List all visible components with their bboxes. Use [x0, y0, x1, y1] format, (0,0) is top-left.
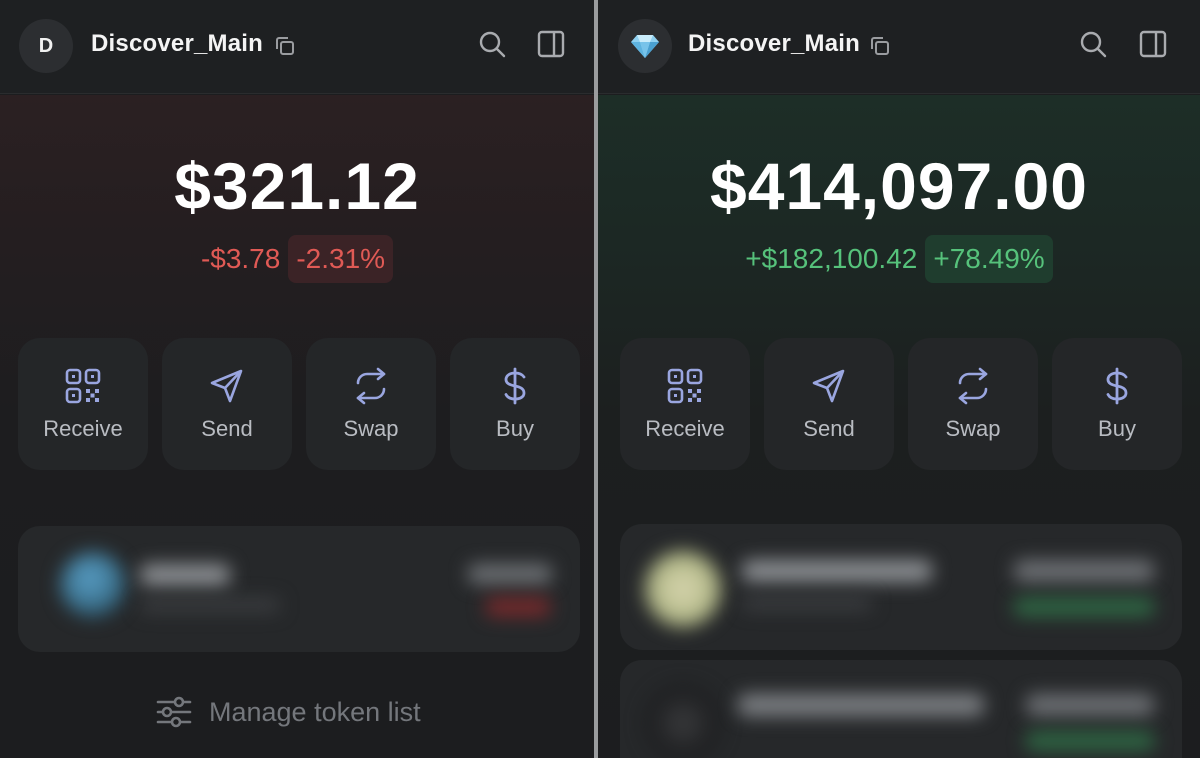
wallet-header: D Discover_Main — [0, 0, 594, 94]
qr-code-icon — [65, 368, 101, 404]
change-amount: -$3.78 — [200, 243, 281, 274]
account-name[interactable]: Discover_Main — [91, 30, 263, 58]
dollar-icon — [1106, 367, 1128, 405]
buy-label: Buy — [1098, 416, 1136, 441]
copy-icon[interactable] — [868, 34, 892, 58]
send-button[interactable]: Send — [764, 338, 894, 470]
send-icon — [210, 369, 243, 403]
left-wallet-panel: D Discover_Main $321.12 -$3.78 -2.31% Re… — [0, 0, 594, 758]
send-label: Send — [201, 416, 253, 441]
right-wallet-panel: Discover_Main $414,097.00 +$182,100.42 +… — [598, 0, 1200, 758]
sliders-icon — [156, 696, 192, 728]
change-percent-badge: -2.31% — [288, 235, 394, 283]
sidebar-toggle-icon[interactable] — [1138, 29, 1168, 59]
swap-label: Swap — [343, 416, 399, 441]
change-amount: +$182,100.42 — [745, 243, 918, 274]
swap-icon — [958, 367, 988, 405]
copy-icon[interactable] — [273, 34, 297, 58]
send-label: Send — [803, 416, 855, 441]
account-avatar[interactable] — [618, 19, 672, 73]
manage-token-list-button[interactable]: Manage token list — [155, 692, 421, 732]
swap-button[interactable]: Swap — [306, 338, 436, 470]
qr-code-icon — [667, 368, 703, 404]
swap-button[interactable]: Swap — [908, 338, 1038, 470]
account-avatar[interactable]: D — [19, 19, 73, 73]
token-row-blurred[interactable] — [620, 660, 1182, 758]
buy-button[interactable]: Buy — [1052, 338, 1182, 470]
token-row-blurred[interactable] — [620, 524, 1182, 650]
account-name[interactable]: Discover_Main — [688, 30, 860, 58]
swap-label: Swap — [945, 416, 1001, 441]
wallet-header: Discover_Main — [598, 0, 1200, 94]
receive-button[interactable]: Receive — [620, 338, 750, 470]
search-icon[interactable] — [1078, 29, 1108, 59]
total-balance: $414,097.00 — [709, 149, 1089, 223]
receive-label: Receive — [43, 416, 123, 441]
buy-label: Buy — [496, 416, 534, 441]
action-buttons: Receive Send Swap Buy — [0, 338, 594, 470]
balance-change: +$182,100.42 +78.49% — [598, 235, 1200, 283]
receive-label: Receive — [645, 416, 725, 441]
change-percent-badge: +78.49% — [925, 235, 1053, 283]
swap-icon — [356, 367, 386, 405]
balance-change: -$3.78 -2.31% — [0, 235, 594, 283]
search-icon[interactable] — [477, 29, 507, 59]
receive-button[interactable]: Receive — [18, 338, 148, 470]
diamond-icon — [631, 35, 659, 58]
send-button[interactable]: Send — [162, 338, 292, 470]
sidebar-toggle-icon[interactable] — [536, 29, 566, 59]
action-buttons: Receive Send Swap Buy — [598, 338, 1200, 470]
total-balance: $321.12 — [174, 149, 420, 223]
token-row-blurred[interactable] — [18, 526, 580, 652]
manage-token-list-label: Manage token list — [209, 696, 421, 727]
buy-button[interactable]: Buy — [450, 338, 580, 470]
send-icon — [812, 369, 845, 403]
dollar-icon — [504, 367, 526, 405]
